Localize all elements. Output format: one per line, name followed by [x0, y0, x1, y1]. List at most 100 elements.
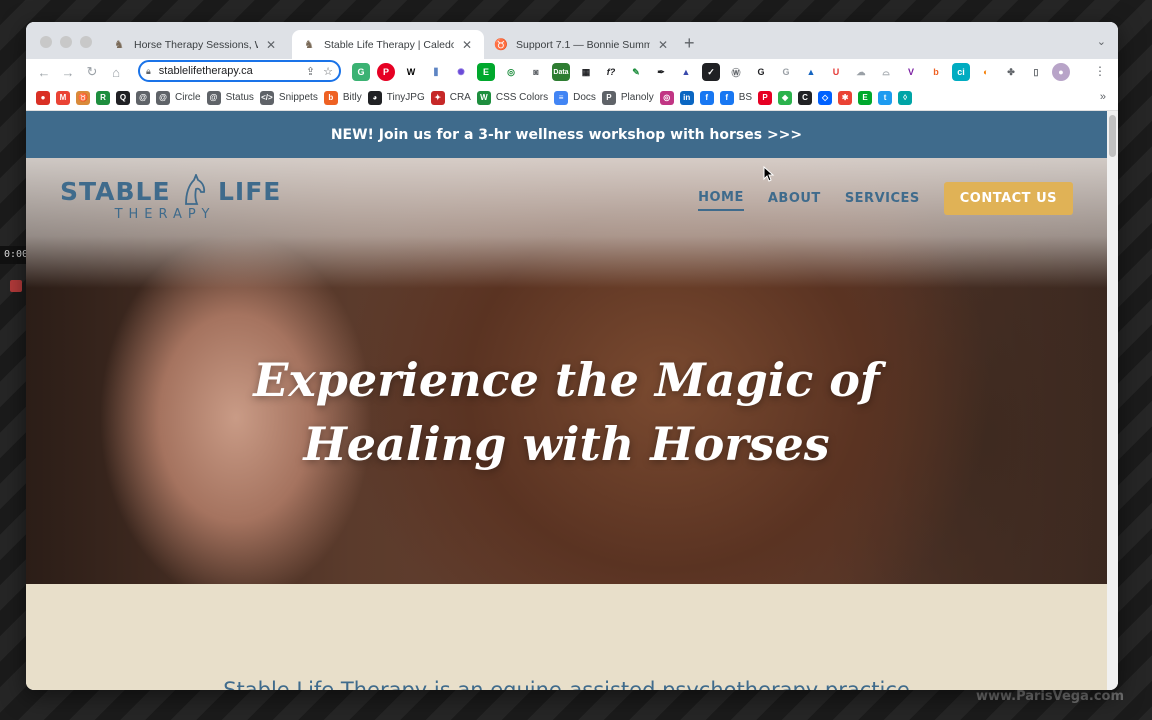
- wordpress-extension-icon[interactable]: Ⓦ: [727, 63, 745, 81]
- linkedin-icon: in: [679, 90, 694, 105]
- bookmark-item[interactable]: ◇: [818, 90, 833, 105]
- bookmark-item[interactable]: f BS: [719, 90, 752, 105]
- puzzle-extensions-icon[interactable]: ✤: [1002, 63, 1020, 81]
- nav-services[interactable]: SERVICES: [845, 187, 920, 210]
- bookmark-item[interactable]: M: [56, 90, 70, 105]
- tab-title: Horse Therapy Sessions, Work: [134, 38, 258, 51]
- bookmark-item[interactable]: Q: [116, 90, 130, 105]
- bookmark-item[interactable]: E: [858, 90, 873, 105]
- triangle-extension-icon[interactable]: ▲: [802, 63, 820, 81]
- g-grey-extension-icon[interactable]: G: [777, 63, 795, 81]
- announcement-bar[interactable]: NEW! Join us for a 3-hr wellness worksho…: [26, 111, 1107, 158]
- orange-extension-icon[interactable]: ◐: [977, 63, 995, 81]
- pinterest-extension-icon[interactable]: P: [377, 63, 395, 81]
- bookmark-item[interactable]: f: [699, 90, 714, 105]
- bitly-icon: b: [323, 90, 338, 105]
- v-extension-icon[interactable]: V: [902, 63, 920, 81]
- hat-extension-icon[interactable]: ⌓: [877, 63, 895, 81]
- address-bar[interactable]: 🔒︎ stablelifetherapy.ca ⇪ ☆: [138, 60, 341, 82]
- chart-extension-icon[interactable]: ⫼: [427, 63, 445, 81]
- bookmark-item[interactable]: b Bitly: [323, 90, 362, 105]
- bookmark-item[interactable]: P: [758, 90, 773, 105]
- evernote-extension-icon[interactable]: E: [477, 63, 495, 81]
- logo-word-life: LIFE: [217, 177, 282, 206]
- camera-extension-icon[interactable]: ◙: [527, 63, 545, 81]
- intro-heading: Stable Life Therapy is an equine-assiste…: [223, 678, 910, 690]
- seo-extension-icon[interactable]: ◎: [502, 63, 520, 81]
- home-icon[interactable]: ⌂: [104, 65, 128, 80]
- record-stop-button[interactable]: [10, 280, 22, 292]
- facebook-icon: f: [719, 90, 734, 105]
- font-extension-icon[interactable]: f?: [602, 63, 620, 81]
- bookmarks-bar: ● M ♉ R Q @ @ Circle @ Status </> Snippets b Bitly ◕ Ti…: [26, 85, 1118, 111]
- bookmark-item[interactable]: P Planoly: [601, 90, 654, 105]
- bookmark-item[interactable]: ◊: [898, 90, 913, 105]
- bookmark-item[interactable]: t: [878, 90, 893, 105]
- bookmark-item[interactable]: ●: [36, 90, 50, 105]
- picker-extension-icon[interactable]: ✎: [627, 63, 645, 81]
- bookmark-label: Planoly: [620, 92, 654, 103]
- bookmark-item[interactable]: </> Snippets: [259, 90, 318, 105]
- eyedropper-extension-icon[interactable]: ✒: [652, 63, 670, 81]
- sidepanel-icon[interactable]: ▯: [1027, 63, 1045, 81]
- scrollbar-thumb[interactable]: [1109, 115, 1116, 157]
- browser-window: ♞ Horse Therapy Sessions, Work ✕ ♞ Stabl…: [26, 22, 1118, 690]
- grid-extension-icon[interactable]: ▦: [577, 63, 595, 81]
- cloud-extension-icon[interactable]: ☁: [852, 63, 870, 81]
- back-arrow-icon[interactable]: ←: [32, 65, 56, 80]
- bookmark-item[interactable]: @ Circle: [156, 90, 201, 105]
- bookmark-item[interactable]: @: [136, 90, 150, 105]
- bookmark-item[interactable]: R: [96, 90, 110, 105]
- site-header: STABLE LIFE THERAPY HOME ABOUT SERVICES …: [26, 158, 1107, 242]
- close-window-button[interactable]: [40, 36, 52, 48]
- u-extension-icon[interactable]: U: [827, 63, 845, 81]
- tab-support[interactable]: ♉ Support 7.1 — Bonnie Summer ✕: [484, 30, 680, 59]
- site-logo[interactable]: STABLE LIFE THERAPY: [60, 174, 280, 222]
- wikipedia-extension-icon[interactable]: W: [402, 63, 420, 81]
- gmail-icon: M: [56, 90, 70, 105]
- grammarly-extension-icon[interactable]: G: [352, 63, 370, 81]
- graduation-extension-icon[interactable]: ▲: [677, 63, 695, 81]
- browser-menu-icon[interactable]: ⋮: [1094, 64, 1106, 78]
- tab-search-chevron-icon[interactable]: ⌄: [1097, 35, 1106, 48]
- window-controls: [40, 36, 92, 48]
- page-scrollbar[interactable]: [1107, 111, 1118, 690]
- ci-extension-icon[interactable]: ci: [952, 63, 970, 81]
- share-icon[interactable]: ⇪: [306, 65, 315, 78]
- new-tab-icon[interactable]: +: [684, 33, 695, 54]
- bookmark-item[interactable]: ♉: [76, 90, 90, 105]
- bookmark-item[interactable]: ✱: [838, 90, 853, 105]
- bookmark-star-icon[interactable]: ☆: [323, 65, 333, 78]
- bookmark-item[interactable]: ✦ CRA: [430, 90, 471, 105]
- reload-icon[interactable]: ↻: [80, 64, 104, 80]
- bookmark-item[interactable]: ◎: [659, 90, 674, 105]
- sparkle-extension-icon[interactable]: ✺: [452, 63, 470, 81]
- bookmark-item[interactable]: ◆: [778, 90, 793, 105]
- close-tab-icon[interactable]: ✕: [656, 38, 670, 52]
- data-extension-icon[interactable]: Data: [552, 63, 570, 81]
- pinterest-icon: P: [758, 90, 773, 105]
- tab-stable-life[interactable]: ♞ Stable Life Therapy | Caledon, ✕: [292, 30, 484, 59]
- zoom-window-button[interactable]: [80, 36, 92, 48]
- nav-home[interactable]: HOME: [698, 186, 744, 211]
- close-tab-icon[interactable]: ✕: [264, 38, 278, 52]
- checkbox-extension-icon[interactable]: ✓: [702, 63, 720, 81]
- tab-horse-therapy[interactable]: ♞ Horse Therapy Sessions, Work ✕: [102, 30, 288, 59]
- code-icon: </>: [259, 90, 274, 105]
- bookmark-item[interactable]: in: [679, 90, 694, 105]
- profile-avatar-icon[interactable]: ●: [1052, 63, 1070, 81]
- forward-arrow-icon[interactable]: →: [56, 65, 80, 80]
- bookmark-item[interactable]: ◕ TinyJPG: [367, 90, 425, 105]
- close-tab-icon[interactable]: ✕: [460, 38, 474, 52]
- bitly-extension-icon[interactable]: b: [927, 63, 945, 81]
- bookmarks-overflow-icon[interactable]: »: [1100, 91, 1106, 103]
- contact-us-button[interactable]: CONTACT US: [943, 182, 1073, 215]
- bookmark-item[interactable]: @ Status: [206, 90, 254, 105]
- bookmark-label: Status: [225, 92, 254, 103]
- google-extension-icon[interactable]: G: [752, 63, 770, 81]
- minimize-window-button[interactable]: [60, 36, 72, 48]
- bookmark-item[interactable]: C: [798, 90, 813, 105]
- bookmark-item[interactable]: W CSS Colors: [476, 90, 548, 105]
- bookmark-item[interactable]: ≡ Docs: [554, 90, 596, 105]
- nav-about[interactable]: ABOUT: [768, 187, 821, 210]
